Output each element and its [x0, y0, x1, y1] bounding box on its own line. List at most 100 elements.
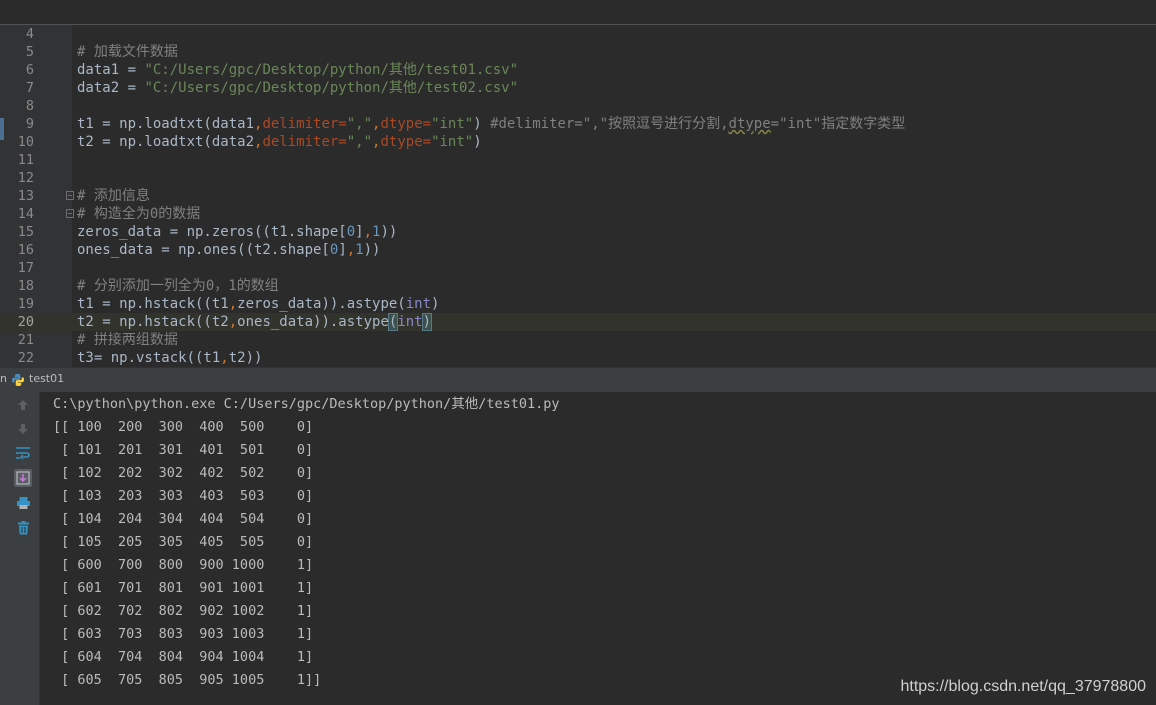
code-line[interactable]: 5 # 加载文件数据 [0, 43, 1156, 61]
code-token: "C:/Users/gpc/Desktop/python/其他/test02.c… [144, 80, 519, 96]
line-number: 9 [25, 116, 34, 132]
console-output-line: [ 103 203 303 403 503 0] [53, 488, 314, 504]
code-token: "int" [431, 134, 474, 150]
code-token: t3= np.vstack((t1 [77, 350, 221, 366]
line-code: t1 = np.hstack((t1,zeros_data)).astype(i… [77, 295, 439, 313]
code-line[interactable]: 10 t2 = np.loadtxt(data2,delimiter=",",dt… [0, 133, 1156, 151]
trash-icon [17, 521, 29, 535]
python-icon [12, 374, 24, 386]
code-token: zeros_data)).astype( [237, 296, 406, 312]
run-panel-header: n test01 [0, 367, 1156, 393]
line-number: 19 [17, 296, 34, 312]
line-number: 7 [25, 80, 34, 96]
code-line[interactable]: 17 [0, 259, 1156, 277]
code-token: "C:/Users/gpc/Desktop/python/其他/test01.c… [144, 62, 519, 78]
code-token: #delimiter=","按照逗号进行分割, [490, 116, 729, 132]
code-token: dtype [728, 116, 771, 132]
print-button[interactable] [14, 494, 32, 512]
console-command-line: C:\python\python.exe C:/Users/gpc/Deskto… [53, 396, 560, 412]
soft-wrap-icon [16, 447, 30, 460]
code-token: ) [473, 116, 491, 132]
line-number: 22 [17, 350, 34, 366]
line-code: # 加载文件数据 [77, 43, 178, 61]
editor-tab-strip [0, 0, 1156, 25]
scroll-to-end-button[interactable] [14, 469, 32, 487]
code-token: ) [431, 296, 440, 312]
code-token: , [228, 296, 238, 312]
code-token: dtype= [380, 134, 432, 150]
print-icon [16, 497, 30, 509]
code-token: "," [346, 116, 373, 132]
code-line[interactable]: 18 # 分别添加一列全为0，1的数组 [0, 277, 1156, 295]
code-line[interactable]: 20 t2 = np.hstack((t2,ones_data)).astype(… [0, 313, 1156, 331]
line-code: # 添加信息 [77, 187, 150, 205]
code-token: , [363, 224, 373, 240]
code-token: int [405, 296, 432, 312]
up-arrow-icon [18, 400, 28, 410]
code-line[interactable]: 22 t3= np.vstack((t1,t2)) [0, 349, 1156, 367]
run-toolbar [6, 392, 40, 705]
line-number: 20 [17, 314, 34, 330]
line-number: 15 [17, 224, 34, 240]
code-line[interactable]: 8 [0, 97, 1156, 115]
code-token: t2 = np.loadtxt(data2 [77, 134, 255, 150]
line-code: t1 = np.loadtxt(data1,delimiter=",",dtyp… [77, 115, 905, 133]
line-number: 13 [17, 188, 34, 204]
line-number: 12 [17, 170, 34, 186]
code-line[interactable]: 7 data2 = "C:/Users/gpc/Desktop/python/其他… [0, 79, 1156, 97]
code-token: # 构造全为0的数据 [77, 206, 201, 222]
code-token: t1 = np.loadtxt(data1 [77, 116, 255, 132]
line-number: 10 [17, 134, 34, 150]
console-output-line: [ 104 204 304 404 504 0] [53, 511, 314, 527]
code-line[interactable]: 14 − # 构造全为0的数据 [0, 205, 1156, 223]
code-line[interactable]: 13 − # 添加信息 [0, 187, 1156, 205]
code-token: ="int"指定数字类型 [770, 116, 906, 132]
code-token: ones_data)).astype [237, 314, 389, 330]
soft-wrap-button[interactable] [14, 444, 32, 462]
code-token: )) [380, 224, 398, 240]
code-line[interactable]: 4 [0, 25, 1156, 43]
console-output-line: [ 605 705 805 905 1005 1]] [53, 672, 322, 688]
line-number: 17 [17, 260, 34, 276]
code-line[interactable]: 19 t1 = np.hstack((t1,zeros_data)).astype… [0, 295, 1156, 313]
watermark: https://blog.csdn.net/qq_37978800 [900, 678, 1146, 695]
code-line[interactable]: 9 t1 = np.loadtxt(data1,delimiter=",",dty… [0, 115, 1156, 133]
code-token: # 拼接两组数据 [77, 332, 178, 348]
line-number: 18 [17, 278, 34, 294]
code-token: int [397, 314, 423, 330]
fold-toggle-icon[interactable]: − [66, 209, 74, 218]
code-line[interactable]: 21 # 拼接两组数据 [0, 331, 1156, 349]
code-token: ] [355, 224, 364, 240]
console-output-line: [ 600 700 800 900 1000 1] [53, 557, 314, 573]
code-token: )) [363, 242, 381, 258]
code-token: data2 = [77, 80, 145, 96]
line-number: 21 [17, 332, 34, 348]
line-number: 6 [25, 62, 34, 78]
fold-toggle-icon[interactable]: − [66, 191, 74, 200]
code-line[interactable]: 15 zeros_data = np.zeros((t1.shape[0],1)) [0, 223, 1156, 241]
code-line[interactable]: 6 data1 = "C:/Users/gpc/Desktop/python/其他… [0, 61, 1156, 79]
line-code: # 分别添加一列全为0，1的数组 [77, 277, 279, 295]
line-code: zeros_data = np.zeros((t1.shape[0],1)) [77, 223, 397, 241]
clear-all-button[interactable] [14, 519, 32, 537]
code-token: 0 [346, 224, 356, 240]
line-number: 16 [17, 242, 34, 258]
line-code: t2 = np.hstack((t2,ones_data)).astype(in… [77, 313, 433, 331]
code-area[interactable]: 4 5 # 加载文件数据 6 data1 = "C:/Users/gpc/Desktop… [0, 25, 1156, 367]
code-token: # 分别添加一列全为0，1的数组 [77, 278, 279, 294]
up-arrow-button[interactable] [14, 396, 32, 414]
code-token: dtype= [380, 116, 432, 132]
code-token: t2 = np.hstack((t2 [77, 314, 229, 330]
run-console-output[interactable]: C:\python\python.exe C:/Users/gpc/Deskto… [40, 392, 1156, 705]
code-token: "int" [431, 116, 474, 132]
line-code: # 拼接两组数据 [77, 331, 178, 349]
code-editor[interactable]: 4 5 # 加载文件数据 6 data1 = "C:/Users/gpc/Desktop… [0, 0, 1156, 367]
code-line[interactable]: 12 [0, 169, 1156, 187]
code-line[interactable]: 16 ones_data = np.ones((t2.shape[0],1)) [0, 241, 1156, 259]
run-config-title[interactable]: test01 [29, 372, 64, 385]
scroll-to-end-icon [16, 471, 30, 485]
code-token: delimiter= [262, 116, 347, 132]
code-line[interactable]: 11 [0, 151, 1156, 169]
console-output-line: [ 602 702 802 902 1002 1] [53, 603, 314, 619]
down-arrow-button[interactable] [14, 420, 32, 438]
